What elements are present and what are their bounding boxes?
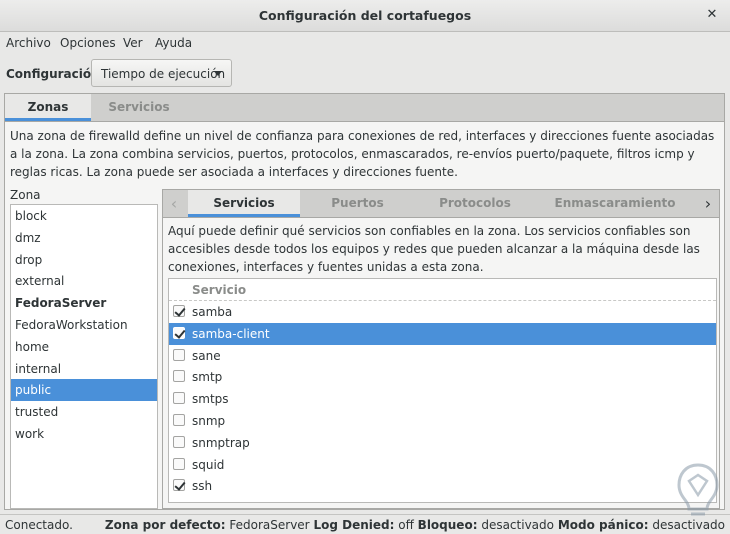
services-table-header: Servicio [169,279,716,301]
zone-list-header: Zona [10,188,41,202]
service-checkbox[interactable] [173,479,185,492]
service-name: smtp [192,370,223,385]
menu-opciones[interactable]: Opciones [60,36,116,50]
zone-item-internal[interactable]: internal [11,358,157,380]
status-bar: Conectado. Zona por defecto: FedoraServe… [0,514,730,534]
dropdown-arrow-icon [214,71,222,76]
zone-item-external[interactable]: external [11,270,157,292]
tab-servicios[interactable]: Servicios [91,94,187,121]
service-name: snmptrap [192,435,250,450]
zone-list[interactable]: block dmz drop external FedoraServer FedoraWo… [10,204,158,509]
status-details: Zona por defecto: FedoraServer Log Denie… [105,518,725,532]
configuration-dropdown[interactable]: Tiempo de ejecución [91,59,232,87]
service-row-smtp[interactable]: smtp [169,366,716,388]
zone-settings-notebook: ‹ Servicios Puertos Protocolos Enmascara… [162,189,720,509]
log-denied-label: Log Denied: [313,518,395,532]
service-checkbox[interactable] [173,457,185,470]
service-name: sane [192,348,221,363]
service-checkbox[interactable] [173,348,185,361]
lockdown-label: Bloqueo: [417,518,478,532]
zone-item-drop[interactable]: drop [11,249,157,271]
title-bar: Configuración del cortafuegos ✕ [0,0,730,32]
firewall-config-window: Configuración del cortafuegos ✕ Archivo … [0,0,730,534]
service-row-samba-client[interactable]: samba-client [169,322,716,345]
service-checkbox[interactable] [173,414,185,426]
lockdown-value: desactivado [481,518,554,532]
service-row-snmptrap[interactable]: snmptrap [169,432,716,454]
log-denied-value: off [398,518,414,532]
window-title: Configuración del cortafuegos [258,8,472,23]
main-notebook: Zonas Servicios Una zona de firewalld de… [4,93,725,510]
zone-item-fedoraserver[interactable]: FedoraServer [11,292,157,314]
service-name: samba [192,305,233,319]
tab-scroll-right-icon[interactable]: › [699,190,717,217]
tab-zone-protocolos[interactable]: Protocolos [415,190,535,217]
zone-item-public[interactable]: public [11,379,157,402]
service-row-sane[interactable]: sane [169,345,716,367]
service-name: samba-client [192,326,270,341]
watermark-logo-icon [677,463,719,516]
service-checkbox[interactable] [173,392,185,405]
service-name: ssh [192,479,213,494]
service-name: smtps [192,392,229,407]
service-name: snmp [192,414,226,428]
service-checkbox[interactable] [173,435,185,448]
zone-item-home[interactable]: home [11,336,157,358]
service-row-samba[interactable]: samba [169,301,716,323]
main-tab-bar: Zonas Servicios [5,94,724,122]
service-row-snmp[interactable]: snmp [169,410,716,432]
column-header-servicio[interactable]: Servicio [192,283,246,297]
default-zone-value: FedoraServer [229,518,310,532]
tab-zonas[interactable]: Zonas [5,94,91,121]
tab-zone-servicios[interactable]: Servicios [188,190,300,217]
default-zone-label: Zona por defecto: [104,518,226,532]
configuration-selected-value: Tiempo de ejecución [101,67,226,81]
menu-ayuda[interactable]: Ayuda [155,36,192,50]
service-row-squid[interactable]: squid [169,454,716,476]
menu-archivo[interactable]: Archivo [6,36,51,50]
zone-description: Una zona de firewalld define un nivel de… [10,129,715,179]
tab-zone-enmascaramiento[interactable]: Enmascaramiento [535,190,695,217]
services-table[interactable]: Servicio samba samba-client sane smtp smtps s… [168,278,717,503]
zone-item-dmz[interactable]: dmz [11,227,157,249]
zone-item-work[interactable]: work [11,423,157,445]
menu-ver[interactable]: Ver [123,36,143,50]
zone-tab-bar: ‹ Servicios Puertos Protocolos Enmascara… [163,190,719,218]
tab-scroll-left-icon[interactable]: ‹ [165,190,183,217]
service-checkbox[interactable] [173,370,185,383]
zone-item-fedoraworkstation[interactable]: FedoraWorkstation [11,314,157,336]
service-row-ssh[interactable]: ssh [169,475,716,497]
service-checkbox[interactable] [173,326,185,339]
tab-zone-puertos[interactable]: Puertos [300,190,415,217]
close-icon[interactable]: ✕ [702,5,722,25]
connection-status: Conectado. [5,518,73,532]
service-checkbox[interactable] [173,305,185,317]
zone-item-trusted[interactable]: trusted [11,401,157,423]
services-description: Aquí puede definir qué servicios son con… [168,224,700,274]
service-row-smtps[interactable]: smtps [169,388,716,410]
panic-mode-label: Modo pánico: [557,518,649,532]
menu-bar: Archivo Opciones Ver Ayuda [0,32,730,54]
configuration-label: Configuración: [6,67,105,81]
zone-item-block[interactable]: block [11,205,157,227]
service-name: squid [192,457,225,472]
